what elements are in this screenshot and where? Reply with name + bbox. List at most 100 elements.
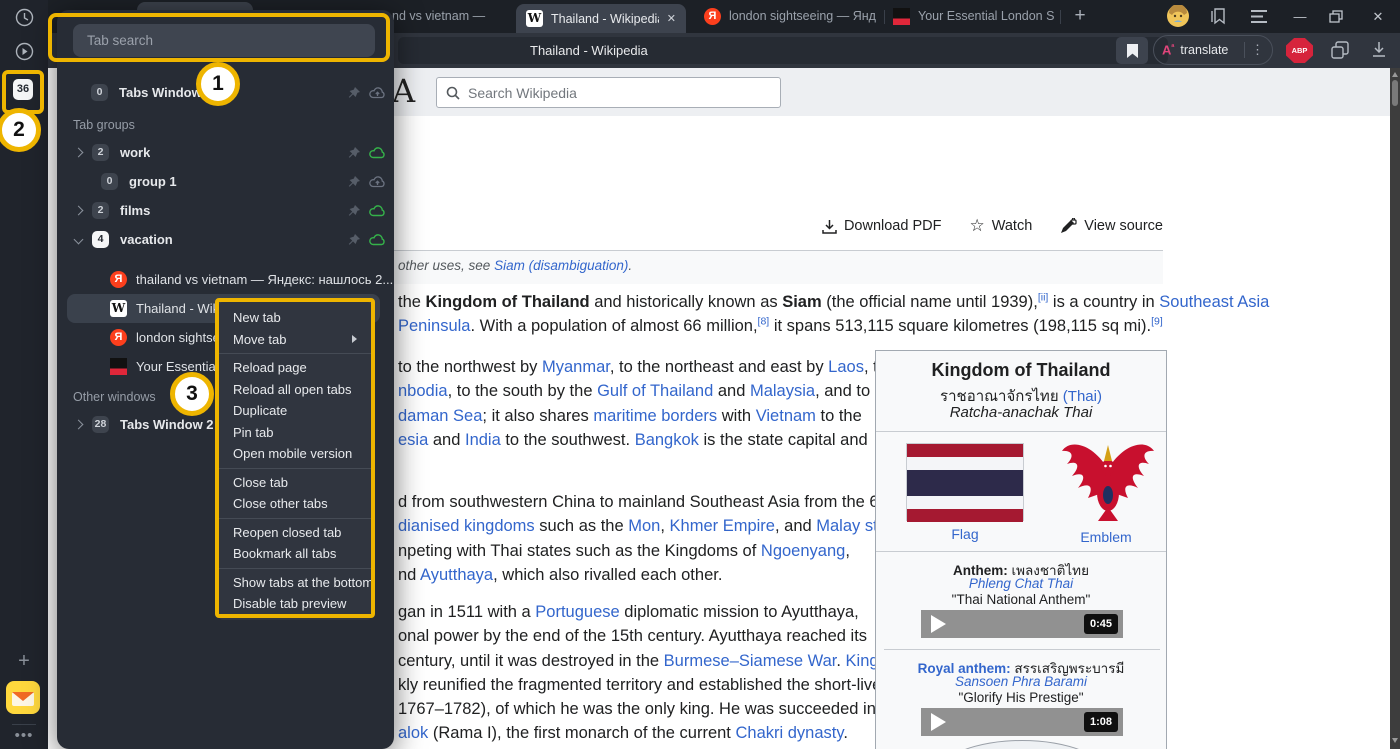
translate-button[interactable]: Aᵃ translate ⋮ [1153, 35, 1273, 65]
adblock-plus-icon[interactable]: ABP [1286, 38, 1313, 63]
highlight-box-tab-search [48, 13, 390, 62]
chevron-right-icon[interactable] [74, 420, 84, 430]
download-pdf-button[interactable]: Download PDF [822, 218, 942, 234]
yandex-icon: Я [110, 271, 127, 288]
pin-icon[interactable] [348, 233, 361, 246]
group-row-vacation[interactable]: 4 vacation [57, 225, 394, 254]
royal-anthem-name-link[interactable]: Sansoen Phra Barami [876, 674, 1166, 689]
wikipedia-icon: W [110, 300, 127, 317]
extensions-icon[interactable] [1330, 40, 1350, 60]
close-window-button[interactable]: ✕ [1363, 0, 1393, 33]
royal-anthem-translation: "Glorify His Prestige" [876, 690, 1166, 705]
pin-icon[interactable] [348, 175, 361, 188]
wikipedia-wordmark-partial: A [392, 72, 415, 110]
downloads-icon[interactable] [1371, 41, 1387, 58]
page-edge-sliver [48, 68, 57, 749]
scroll-down-arrow[interactable] [1392, 738, 1398, 743]
callout-3: 3 [170, 372, 214, 416]
tab-thailand-vs-vietnam[interactable]: nd vs vietnam — Янд [392, 0, 487, 33]
group-row-group1[interactable]: 0 group 1 [57, 167, 394, 196]
cloud-synced-icon[interactable] [369, 146, 386, 159]
cloud-upload-icon[interactable] [369, 175, 386, 188]
play-icon[interactable] [931, 713, 946, 731]
bookmark-flag-icon[interactable] [1116, 37, 1148, 64]
chevron-down-icon[interactable] [74, 235, 84, 245]
london-guide-icon [110, 358, 127, 375]
new-tab-button[interactable]: + [1068, 1, 1092, 31]
anthem-name-link[interactable]: Phleng Chat Thai [876, 576, 1166, 591]
infobox-title: Kingdom of Thailand [876, 360, 1166, 381]
play-icon[interactable] [931, 615, 946, 633]
url-field[interactable] [398, 37, 1168, 64]
anthem-audio-player[interactable]: 0:45 [921, 610, 1123, 638]
other-windows-label: Other windows [73, 390, 156, 404]
tab-london-sightseeing[interactable]: Я london sightseeing — Янд [704, 8, 879, 25]
chevron-right-icon[interactable] [74, 148, 84, 158]
location-map-partial [937, 740, 1107, 749]
garuda-emblem-image[interactable] [1056, 435, 1160, 527]
yandex-icon: Я [110, 329, 127, 346]
translate-icon: Aᵃ [1162, 42, 1174, 57]
page-scrollbar[interactable] [1390, 68, 1400, 749]
country-infobox: Kingdom of Thailand ราชอาณาจักรไทย (Thai… [875, 350, 1167, 749]
royal-anthem-audio-player[interactable]: 1:08 [921, 708, 1123, 736]
rail-more-icon[interactable]: ••• [0, 727, 48, 744]
minimize-button[interactable]: — [1285, 0, 1315, 33]
pin-icon[interactable] [348, 204, 361, 217]
rail-add-icon[interactable]: + [0, 650, 48, 673]
hatnote: other uses, see Siam (disambiguation). [398, 258, 632, 273]
cloud-upload-icon[interactable] [369, 86, 386, 99]
star-icon: ☆ [969, 219, 984, 233]
scroll-up-arrow[interactable] [1392, 72, 1398, 77]
pen-lock-icon [1060, 218, 1077, 234]
cloud-synced-icon[interactable] [369, 233, 386, 246]
tab-separator [884, 10, 885, 24]
paragraph-history: d from southwestern China to mainland So… [398, 490, 909, 587]
cloud-synced-icon[interactable] [369, 204, 386, 217]
thailand-flag-image[interactable] [906, 443, 1024, 521]
group-row-films[interactable]: 2 films [57, 196, 394, 225]
flag-link[interactable]: Flag [906, 526, 1024, 542]
yandex-icon: Я [704, 8, 721, 25]
infobox-romanization: Ratcha-anachak Thai [876, 404, 1166, 421]
bookmarks-panel-icon[interactable] [1208, 7, 1228, 25]
wikipedia-search-input[interactable]: Search Wikipedia [436, 77, 781, 108]
search-icon [446, 86, 460, 100]
tab-groups-label: Tab groups [73, 118, 135, 132]
group-row-work[interactable]: 2 work [57, 138, 394, 167]
tab-your-essential-london[interactable]: Your Essential London Sig [893, 8, 1055, 25]
view-source-button[interactable]: View source [1060, 218, 1163, 234]
restore-button[interactable] [1329, 10, 1343, 23]
paragraph-ayutthaya: gan in 1511 with a Portuguese diplomatic… [398, 600, 917, 746]
scrollbar-thumb[interactable] [1392, 80, 1398, 106]
menu-icon[interactable] [1250, 9, 1268, 24]
profile-avatar[interactable] [1167, 5, 1189, 27]
paragraph-intro: the Kingdom of Thailand and historically… [398, 290, 1269, 339]
emblem-link[interactable]: Emblem [1054, 529, 1158, 545]
page-title-in-addressbar: Thailand - Wikipedia [530, 37, 648, 64]
browser-window: nd vs vietnam — Янд W Thailand - Wikiped… [0, 0, 1400, 749]
play-media-icon[interactable] [0, 42, 48, 61]
translate-menu-icon[interactable]: ⋮ [1251, 42, 1264, 58]
tab-thailand-wikipedia[interactable]: W Thailand - Wikipedia ✕ [516, 4, 686, 33]
callout-1: 1 [196, 62, 240, 106]
divider [12, 724, 36, 725]
audio-duration: 0:45 [1084, 614, 1118, 634]
wikipedia-icon: W [526, 10, 543, 27]
tab-separator [1060, 10, 1061, 24]
highlight-box-context-menu [215, 298, 375, 618]
article-actions: Download PDF ☆ Watch View source [822, 218, 1163, 234]
london-guide-icon [893, 8, 910, 25]
download-icon [822, 219, 837, 234]
history-clock-icon[interactable] [0, 8, 48, 27]
yandex-mail-icon[interactable] [6, 681, 40, 714]
pin-icon[interactable] [348, 146, 361, 159]
anthem-translation: "Thai National Anthem" [876, 592, 1166, 607]
watch-button[interactable]: ☆ Watch [969, 218, 1032, 234]
paragraph-geography: to the northwest by Myanmar, to the nort… [398, 355, 898, 452]
close-tab-icon[interactable]: ✕ [667, 12, 676, 25]
audio-duration: 1:08 [1084, 712, 1118, 732]
pin-icon[interactable] [348, 86, 361, 99]
panel-tab-thailand-vs-vietnam[interactable]: Я thailand vs vietnam — Яндекс: нашлось … [57, 265, 394, 294]
chevron-right-icon[interactable] [74, 206, 84, 216]
